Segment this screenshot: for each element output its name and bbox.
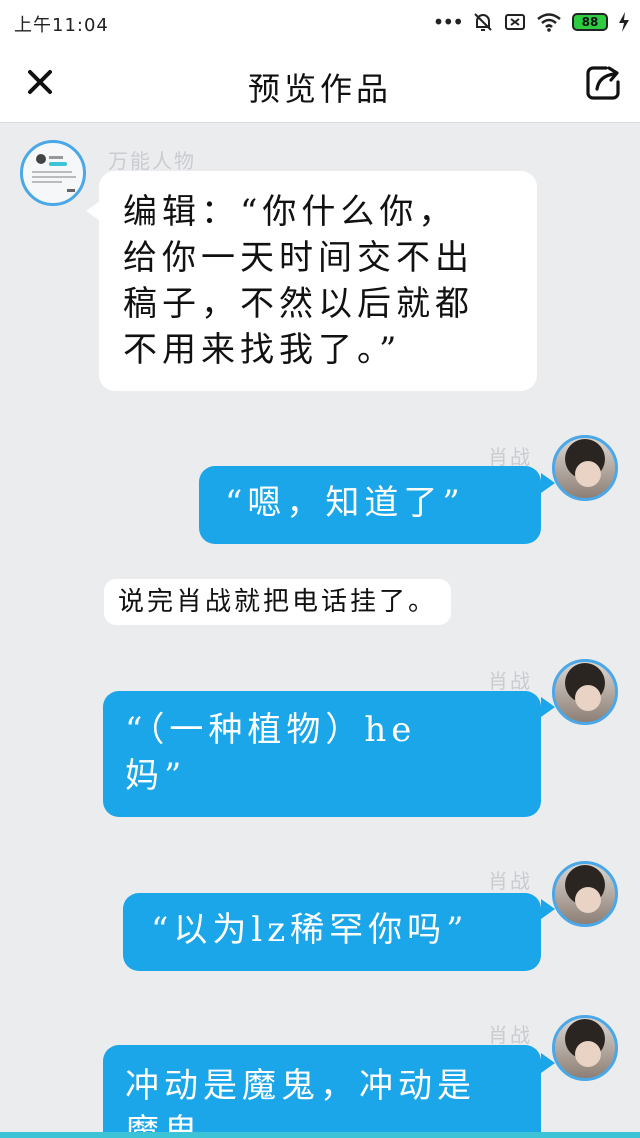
message-line: 不用来找我了。”: [123, 330, 402, 370]
avatar-xiaozhan[interactable]: [552, 435, 618, 501]
message-line: 稿子，不然以后就都: [123, 284, 474, 324]
page-title: 预览作品: [247, 70, 392, 108]
sim-x-icon: [505, 14, 525, 30]
speaker-name: 肖战: [488, 669, 532, 693]
avatar-xiaozhan[interactable]: [552, 861, 618, 927]
narration-text: 说完肖战就把电话挂了。: [104, 579, 452, 625]
wifi-icon: [537, 13, 561, 32]
bottom-strip: [0, 1132, 640, 1138]
speaker-name: 肖战: [488, 869, 532, 893]
share-button[interactable]: [584, 64, 622, 102]
bubble-tail: [541, 1053, 555, 1073]
message-line: “嗯，知道了”: [225, 483, 465, 523]
speaker-name: 肖战: [488, 1023, 532, 1047]
message-line: “（一种植物）he: [125, 710, 417, 750]
message-line: 给你一天时间交不出: [123, 238, 474, 278]
bubble-tail: [541, 697, 555, 717]
status-time: 上午11:04: [14, 15, 109, 36]
avatar-xiaozhan[interactable]: [552, 1015, 618, 1081]
avatar-xiaozhan[interactable]: [552, 659, 618, 725]
charging-bolt-icon: [619, 12, 629, 32]
message-line: 冲动是魔鬼，冲动是: [125, 1066, 476, 1106]
message-line: “以为lz稀罕你吗”: [151, 910, 469, 950]
message-line: 魔鬼: [125, 1112, 203, 1133]
message-bubble[interactable]: “以为lz稀罕你吗”: [123, 893, 541, 971]
message-bubble[interactable]: “（一种植物）he 妈”: [103, 691, 541, 817]
message-line: 妈”: [125, 756, 187, 796]
battery-icon: 88: [572, 13, 608, 31]
share-icon: [586, 66, 620, 100]
bubble-tail: [86, 201, 100, 221]
speaker-name: 万能人物: [108, 149, 196, 173]
message-bubble[interactable]: 编辑：“你什么你， 给你一天时间交不出 稿子，不然以后就都 不用来找我了。”: [99, 171, 537, 391]
bell-muted-icon: [474, 13, 492, 31]
avatar-image: [32, 154, 76, 192]
more-dots-icon: •••: [432, 10, 464, 34]
message-bubble[interactable]: 冲动是魔鬼，冲动是 魔鬼: [103, 1045, 541, 1133]
status-icons: ••• 88: [433, 8, 630, 36]
avatar-wanneng[interactable]: [20, 140, 86, 206]
chat-area[interactable]: 万能人物 编辑：“你什么你， 给你一天时间交不出 稿子，不然以后就都 不用来找我…: [0, 123, 640, 1133]
message-bubble[interactable]: “嗯，知道了”: [199, 466, 541, 544]
message-line: 编辑：“你什么你，: [123, 192, 458, 232]
status-bar: 上午11:04 ••• 88: [0, 0, 640, 44]
bubble-tail: [541, 473, 555, 493]
bubble-tail: [541, 899, 555, 919]
top-app-bar: 预览作品: [0, 44, 640, 123]
